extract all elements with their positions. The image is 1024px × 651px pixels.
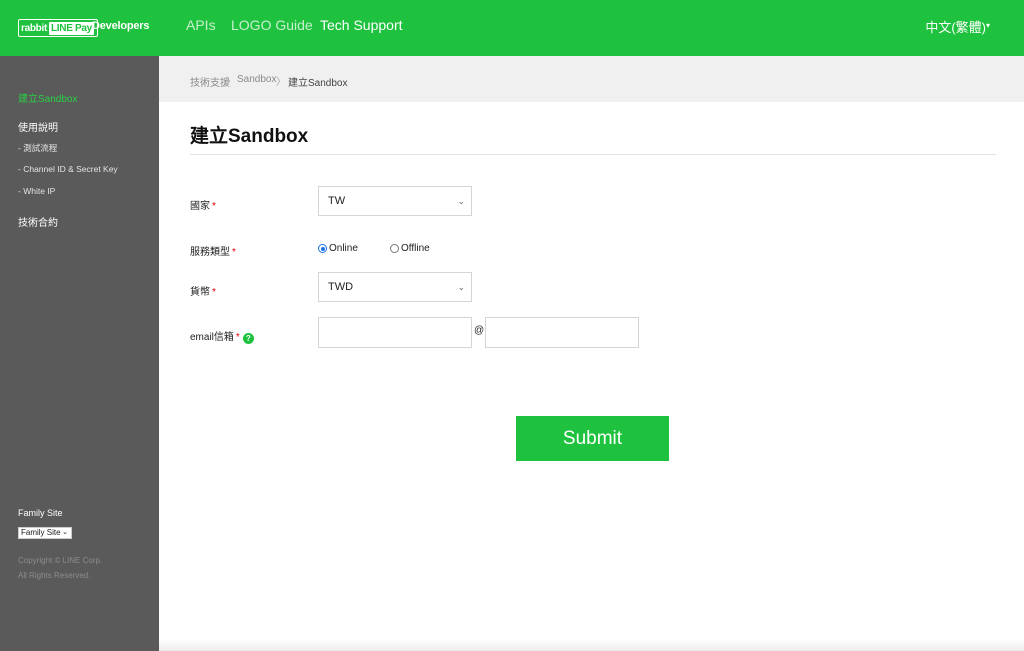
radio-online-label: Online [329, 243, 358, 254]
copyright-line-2: All Rights Reserved. [18, 571, 91, 580]
chevron-down-icon[interactable]: ▾ [986, 21, 990, 30]
sidebar-item-create-sandbox[interactable]: 建立Sandbox [18, 90, 77, 105]
logo-developers-text[interactable]: Developers [92, 20, 150, 32]
breadcrumb-tech-support[interactable]: 技術支援 [190, 74, 230, 89]
required-mark: * [232, 247, 236, 258]
nav-apis[interactable]: APIs [186, 17, 216, 33]
radio-offline-indicator[interactable] [390, 244, 399, 253]
radio-offline[interactable]: Offline [390, 243, 430, 254]
family-site-label: Family Site [18, 508, 63, 518]
chevron-down-icon: ⌄ [62, 529, 68, 536]
nav-tech-support[interactable]: Tech Support [320, 17, 403, 33]
radio-online[interactable]: Online [318, 243, 358, 254]
currency-label-text: 貨幣 [190, 287, 210, 298]
submit-button[interactable]: Submit [516, 416, 669, 461]
currency-label: 貨幣 * [190, 283, 216, 298]
title-divider [190, 154, 996, 155]
required-mark: * [212, 201, 216, 212]
chevron-down-icon: ⌄ [457, 282, 465, 292]
breadcrumb-separator: 〉 [226, 77, 236, 88]
required-mark: * [235, 332, 240, 343]
currency-select-value: TWD [328, 281, 354, 293]
country-select-value: TW [328, 195, 346, 207]
top-header: rabbit LINE Pay Developers APIs LOGO Gui… [0, 0, 1024, 56]
line-pay-logo[interactable]: rabbit LINE Pay [18, 19, 98, 37]
sidebar-item-white-ip[interactable]: - White IP [18, 186, 55, 196]
help-icon[interactable]: ? [242, 333, 254, 344]
email-user-input[interactable] [318, 317, 472, 348]
at-sign: @ [474, 325, 485, 336]
service-type-label: 服務類型 * [190, 243, 236, 258]
country-label: 國家 * [190, 197, 216, 212]
email-label: email信箱 *? [190, 328, 254, 344]
page-title: 建立Sandbox [190, 126, 309, 147]
bottom-shadow [159, 640, 1024, 651]
required-mark: * [212, 287, 216, 298]
logo-rabbit-text: rabbit [21, 22, 47, 34]
email-label-text: email信箱 [190, 332, 234, 343]
breadcrumb-separator: 〉 [276, 77, 286, 88]
family-site-select-value: Family Site [21, 528, 61, 537]
radio-online-indicator[interactable] [318, 244, 327, 253]
service-type-label-text: 服務類型 [190, 247, 230, 258]
family-site-select[interactable]: Family Site ⌄ [18, 527, 72, 539]
sidebar-item-usage[interactable]: 使用說明 [18, 119, 58, 134]
sidebar-item-test-flow[interactable]: - 測試流程 [18, 142, 57, 154]
sidebar-item-channel-id[interactable]: - Channel ID & Secret Key [18, 164, 118, 174]
email-domain-input[interactable] [485, 317, 639, 348]
breadcrumb: 技術支援 〉 Sandbox 〉 建立Sandbox [159, 56, 1024, 102]
logo-linepay-text: LINE Pay [48, 21, 94, 35]
radio-offline-label: Offline [401, 243, 430, 254]
sidebar-item-tech-contract[interactable]: 技術合約 [18, 214, 58, 229]
breadcrumb-current: 建立Sandbox [288, 78, 348, 89]
breadcrumb-sandbox[interactable]: Sandbox [237, 74, 276, 85]
nav-logo-guide[interactable]: LOGO Guide [231, 17, 313, 33]
country-label-text: 國家 [190, 201, 210, 212]
chevron-down-icon: ⌄ [457, 196, 465, 206]
sidebar: 建立Sandbox 使用說明 - 測試流程 - Channel ID & Sec… [0, 56, 159, 651]
copyright-line-1: Copyright © LINE Corp. [18, 556, 103, 565]
language-selector[interactable]: 中文(繁體) [925, 17, 986, 36]
currency-select[interactable]: TWD ⌄ [318, 272, 472, 302]
country-select[interactable]: TW ⌄ [318, 186, 472, 216]
